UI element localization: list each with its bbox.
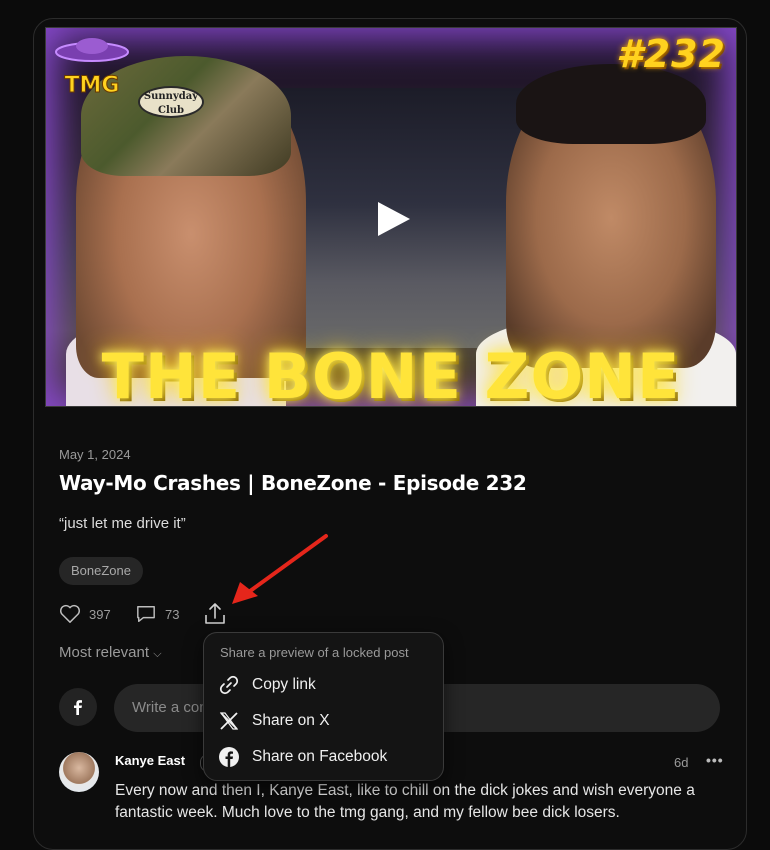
video-thumbnail[interactable]: Sunnyday Club TMG #232 THE BONE ZONE <box>45 27 737 407</box>
comment-button[interactable]: 73 <box>135 604 179 624</box>
share-on-x-item[interactable]: Share on X <box>218 706 330 736</box>
cap-patch: Sunnyday Club <box>138 86 204 118</box>
share-on-facebook-label: Share on Facebook <box>252 748 388 765</box>
copy-link-item[interactable]: Copy link <box>218 670 316 700</box>
copy-link-label: Copy link <box>252 676 316 693</box>
facebook-icon <box>219 747 239 767</box>
like-count: 397 <box>89 606 111 622</box>
comment-text: Every now and then I, Kanye East, like t… <box>115 782 695 821</box>
commenter-avatar <box>59 688 97 726</box>
more-options-icon[interactable]: ••• <box>706 752 724 768</box>
svg-text:TMG: TMG <box>65 73 120 98</box>
comment-icon <box>137 606 155 622</box>
tmg-logo: TMG <box>55 38 129 99</box>
avatar[interactable] <box>59 752 99 792</box>
red-arrow-annotation <box>232 534 328 604</box>
post-title[interactable]: Way-Mo Crashes | BoneZone - Episode 232 <box>59 471 527 495</box>
show-title-graphic: THE BONE ZONE <box>101 340 681 407</box>
facebook-f-icon <box>74 700 82 715</box>
episode-number-badge: #232 <box>616 32 726 76</box>
share-menu-hint: Share a preview of a locked post <box>220 645 409 660</box>
comment-count: 73 <box>165 606 180 622</box>
sort-label: Most relevant <box>59 644 150 661</box>
x-logo-icon <box>219 712 239 730</box>
heart-icon <box>60 604 80 623</box>
share-on-x-label: Share on X <box>252 712 330 729</box>
share-menu: Share a preview of a locked post Copy li… <box>203 632 444 781</box>
post-date: May 1, 2024 <box>59 447 131 462</box>
tag-chip[interactable]: BoneZone <box>59 557 143 585</box>
chevron-down-icon: ⌵ <box>153 648 162 660</box>
share-on-facebook-item[interactable]: Share on Facebook <box>218 742 387 772</box>
sort-dropdown[interactable]: Most relevant ⌵ <box>59 644 162 661</box>
link-icon <box>219 675 239 695</box>
play-icon[interactable] <box>378 202 410 236</box>
share-icon[interactable] <box>202 601 228 627</box>
like-button[interactable]: 397 <box>59 604 111 624</box>
comment-age: 6d <box>674 755 689 770</box>
post-subtitle: “just let me drive it” <box>59 515 186 532</box>
comment-author[interactable]: Kanye East <box>115 753 185 768</box>
